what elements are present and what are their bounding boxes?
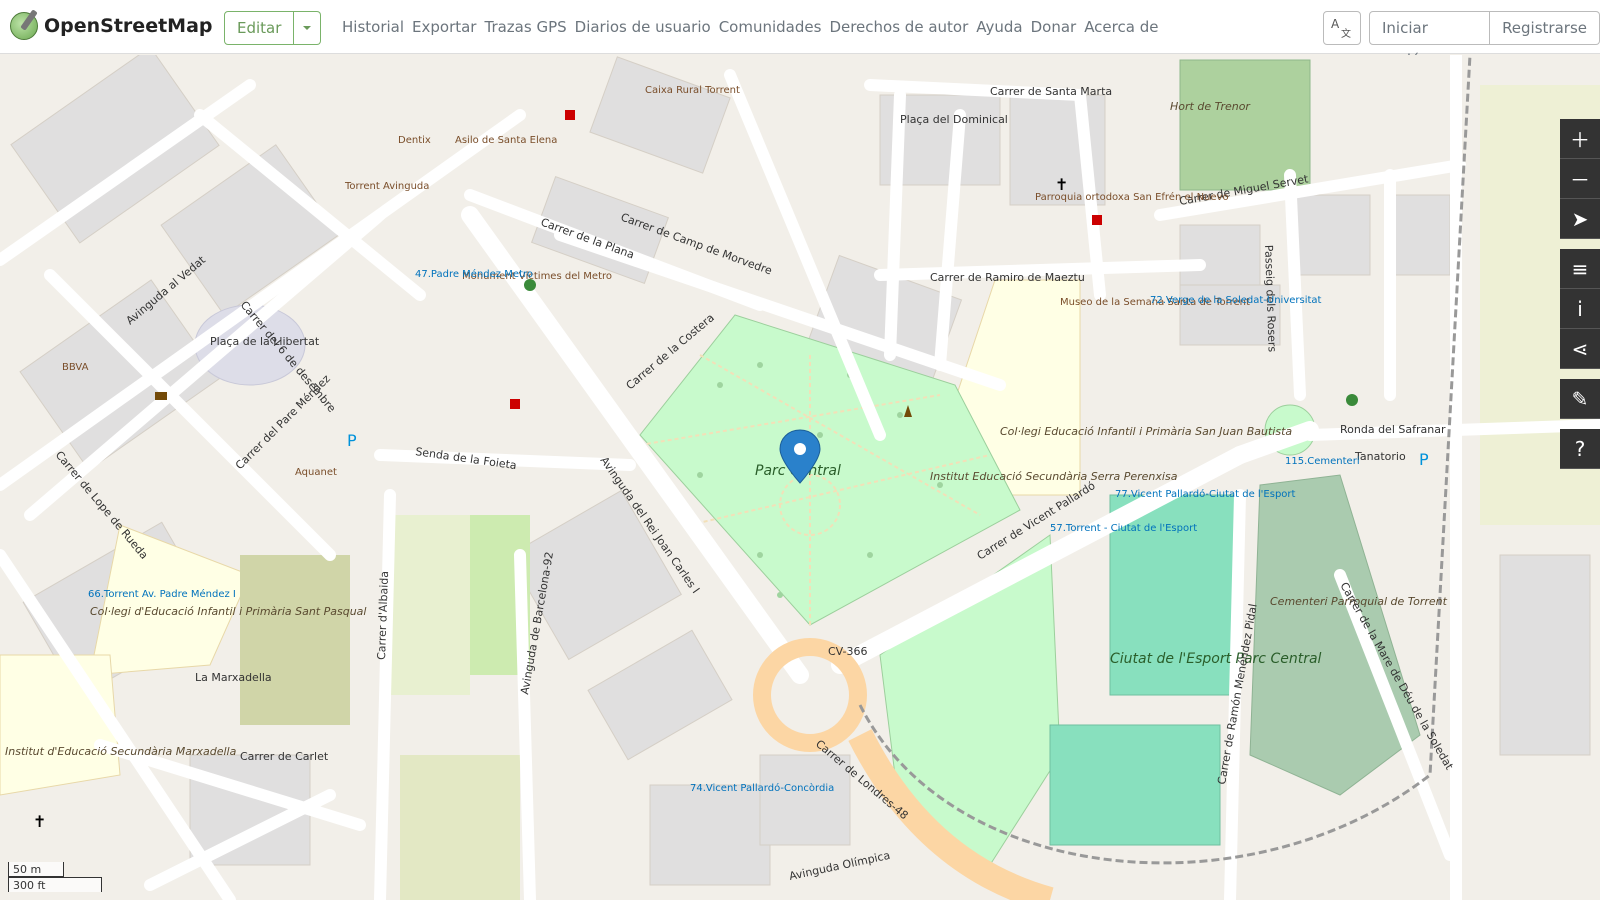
bus-stop-72: 72.Verge de la Soledat-Universitat xyxy=(1150,295,1322,306)
scale-imperial: 300 ft xyxy=(8,877,102,892)
bus-stop-66: 66.Torrent Av. Padre Méndez I xyxy=(88,588,236,600)
marker-dot xyxy=(794,443,806,455)
label-school-2: Institut Educació Secundària Serra Peren… xyxy=(930,470,1178,483)
label-street-santa-marta: Carrer de Santa Marta xyxy=(990,85,1112,98)
label-street-maeztu: Carrer de Ramiro de Maeztu xyxy=(930,271,1085,284)
nav-gps-traces[interactable]: Trazas GPS xyxy=(484,18,566,36)
bus-stop-74: 74.Vicent Pallardó-Concòrdia xyxy=(690,782,834,794)
bus-stop-77: 77.Vicent Pallardó-Ciutat de l'Esport xyxy=(1115,488,1296,500)
playground-icon xyxy=(524,279,536,291)
share-icon[interactable]: ⋖ xyxy=(1560,329,1600,369)
label-school-4: Institut d'Educació Secundària Marxadell… xyxy=(5,745,237,758)
language-icon[interactable] xyxy=(1323,11,1361,45)
osm-logo-link[interactable]: OpenStreetMap xyxy=(10,12,213,40)
poi-bbva: BBVA xyxy=(62,362,89,373)
label-ronda-safranar: Ronda del Safranar xyxy=(1340,423,1446,436)
zoom-in-icon[interactable]: ＋ xyxy=(1560,119,1600,159)
church-cross-icon: ✝ xyxy=(33,812,46,831)
layers-icon[interactable]: ≡ xyxy=(1560,249,1600,289)
scale-bar: 50 m 300 ft xyxy=(8,862,102,892)
nav-help[interactable]: Ayuda xyxy=(976,18,1022,36)
poi-caixa-rural: Caixa Rural Torrent xyxy=(645,85,740,96)
scale-metric: 50 m xyxy=(8,862,64,877)
edit-dropdown-caret-icon[interactable] xyxy=(294,11,322,45)
app-title: OpenStreetMap xyxy=(44,15,213,37)
osm-magnifier-icon xyxy=(10,12,38,40)
poi-torrent-avinguda: Torrent Avinguda xyxy=(344,181,429,192)
pharmacy-icon xyxy=(1092,215,1102,225)
nav-copyright[interactable]: Derechos de autor xyxy=(829,18,968,36)
bus-stop-57: 57.Torrent - Ciutat de l'Esport xyxy=(1050,523,1197,534)
label-sports: Ciutat de l'Esport Parc Central xyxy=(1110,651,1322,667)
poi-tanatorio: Tanatorio xyxy=(1354,450,1406,463)
church-cross-icon: ✝ xyxy=(1055,175,1068,194)
login-button[interactable]: Iniciar sesión xyxy=(1369,11,1491,69)
label-school-1: Col·legi Educació Infantil i Primària Sa… xyxy=(1000,425,1292,438)
top-navbar: OpenStreetMap Editar Historial Exportar … xyxy=(0,0,1600,69)
label-street-carlet: Carrer de Carlet xyxy=(240,750,329,763)
main-nav: Historial Exportar Trazas GPS Diarios de… xyxy=(342,0,1158,54)
locate-icon[interactable]: ➤ xyxy=(1560,199,1600,239)
map-tiles[interactable]: Parc Central Ciutat de l'Esport Parc Cen… xyxy=(0,55,1600,900)
label-plaza-2: Plaça del Dominical xyxy=(900,113,1008,126)
nav-user-diaries[interactable]: Diarios de usuario xyxy=(575,18,711,36)
nav-export[interactable]: Exportar xyxy=(412,18,476,36)
nav-about[interactable]: Acerca de xyxy=(1084,18,1158,36)
post-office-icon xyxy=(155,392,167,400)
pharmacy-icon xyxy=(565,110,575,120)
nav-donate[interactable]: Donar xyxy=(1031,18,1077,36)
nav-history[interactable]: Historial xyxy=(342,18,404,36)
parking-icon: P xyxy=(347,431,357,450)
sports-pitch xyxy=(1049,724,1221,846)
nav-communities[interactable]: Comunidades xyxy=(719,18,822,36)
help-icon[interactable]: ? xyxy=(1560,429,1600,469)
map-canvas[interactable]: Parc Central Ciutat de l'Esport Parc Cen… xyxy=(0,55,1600,900)
pharmacy-icon xyxy=(510,399,520,409)
bus-stop-115: 115.Cementeri xyxy=(1285,456,1360,467)
edit-button-group: Editar xyxy=(224,11,322,45)
label-route-ref: CV-366 xyxy=(828,645,868,658)
bus-stop-47: 47.Padre Méndez Metro xyxy=(415,268,533,280)
label-hort: Hort de Trenor xyxy=(1170,100,1251,113)
label-school-3: Col·legi d'Educació Infantil i Primària … xyxy=(90,605,366,618)
info-icon[interactable]: i xyxy=(1560,289,1600,329)
poi-asilo: Asilo de Santa Elena xyxy=(455,135,557,146)
edit-button[interactable]: Editar xyxy=(224,11,295,45)
label-district: La Marxadella xyxy=(195,671,272,684)
auth-group: Iniciar sesión Registrarse xyxy=(1369,11,1600,69)
note-icon[interactable]: ✎ xyxy=(1560,379,1600,419)
poi-dentix: Dentix xyxy=(398,135,431,146)
playground-icon xyxy=(1346,394,1358,406)
poi-aquanet: Aquanet xyxy=(295,467,337,478)
parking-icon: P xyxy=(1419,450,1429,469)
map-controls: ＋ － ➤ ≡ i ⋖ ✎ ? xyxy=(1560,119,1600,469)
signup-button[interactable]: Registrarse xyxy=(1490,11,1600,45)
zoom-out-icon[interactable]: － xyxy=(1560,159,1600,199)
